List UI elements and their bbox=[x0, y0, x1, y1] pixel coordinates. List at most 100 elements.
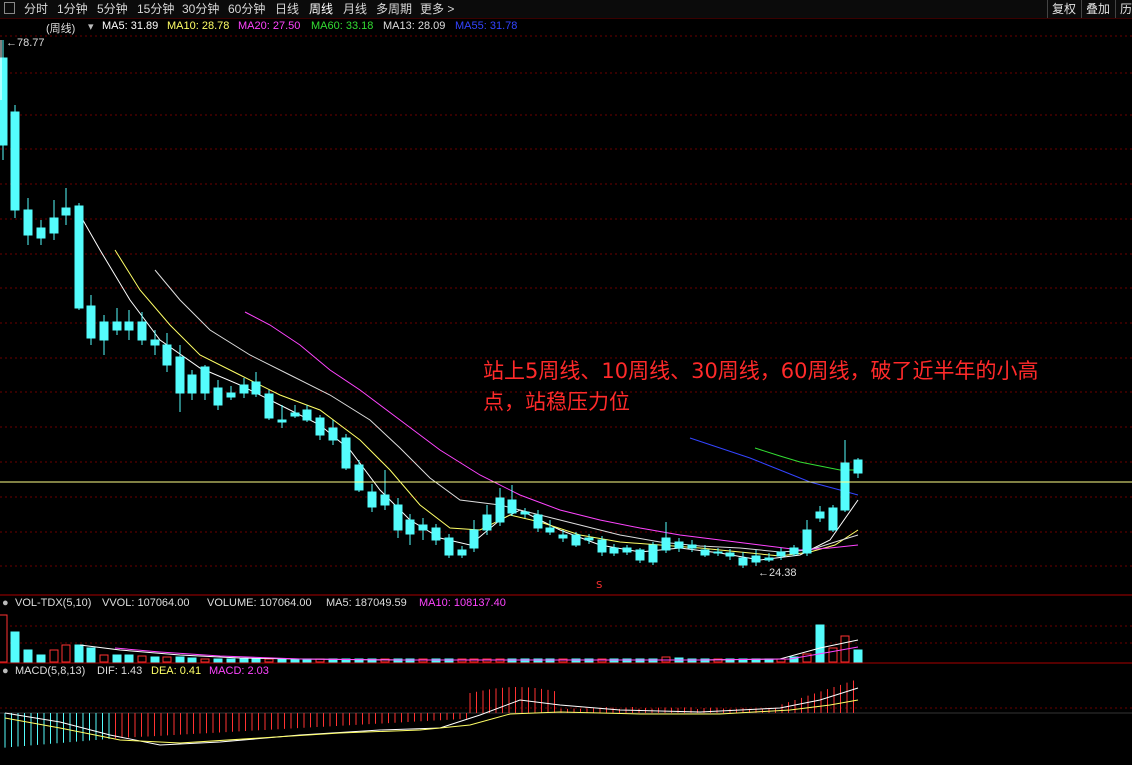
candle-body bbox=[342, 438, 350, 468]
candle-body bbox=[113, 322, 121, 330]
volume-bar bbox=[113, 655, 121, 662]
volume-bar bbox=[176, 657, 184, 662]
period-label: (周线) bbox=[46, 20, 75, 36]
candle-body bbox=[752, 556, 760, 562]
candle-body bbox=[214, 388, 222, 405]
candle-body bbox=[483, 515, 491, 530]
settings-icon[interactable]: ● bbox=[2, 597, 9, 609]
tab-60min[interactable]: 60分钟 bbox=[228, 0, 265, 18]
candle-body bbox=[316, 418, 324, 435]
volume-bars bbox=[0, 615, 862, 662]
macd-dea-line bbox=[5, 700, 858, 743]
candle-body bbox=[50, 218, 58, 233]
candle-body bbox=[355, 465, 363, 490]
macd-indicator-name[interactable]: MACD(5,8,13) bbox=[15, 665, 85, 677]
low-price-label: ←24.38 bbox=[758, 567, 797, 579]
vol-ma10-line bbox=[115, 647, 858, 660]
tab-more[interactable]: 更多 > bbox=[420, 0, 454, 18]
candle-body bbox=[75, 206, 83, 308]
candle-body bbox=[100, 322, 108, 340]
volume-bar bbox=[201, 659, 209, 662]
macd-dea-value: DEA: 0.41 bbox=[151, 665, 201, 677]
macd-dif-line bbox=[5, 688, 858, 745]
candlesticks bbox=[0, 40, 862, 568]
candle-body bbox=[37, 228, 45, 238]
candle-body bbox=[765, 558, 773, 560]
volume-bar bbox=[0, 615, 7, 662]
restore-rights-button[interactable]: 复权 bbox=[1047, 0, 1080, 18]
volume-bar bbox=[87, 648, 95, 662]
candle-body bbox=[559, 535, 567, 538]
settings-icon[interactable]: ● bbox=[2, 665, 9, 677]
candle-body bbox=[572, 535, 580, 545]
candle-body bbox=[585, 538, 593, 540]
candle-body bbox=[227, 393, 235, 397]
volume-bar bbox=[50, 650, 58, 662]
candle-body bbox=[278, 420, 286, 422]
tab-1min[interactable]: 1分钟 bbox=[57, 0, 88, 18]
tab-monthly[interactable]: 月线 bbox=[343, 0, 367, 18]
candle-body bbox=[739, 558, 747, 565]
candle-body bbox=[508, 500, 516, 513]
volume-bar bbox=[75, 645, 83, 662]
ma60-value: MA60: 33.18 bbox=[311, 20, 373, 32]
ma55-value: MA55: 31.78 bbox=[455, 20, 517, 32]
annotation-line-2: 点，站稳压力位 bbox=[483, 387, 1123, 418]
candle-body bbox=[24, 210, 32, 235]
tab-5min[interactable]: 5分钟 bbox=[97, 0, 128, 18]
window-icon[interactable] bbox=[4, 2, 15, 14]
tab-weekly[interactable]: 周线 bbox=[309, 0, 333, 18]
candle-body bbox=[701, 550, 709, 555]
vvol-value: VVOL: 107064.00 bbox=[102, 597, 189, 609]
candle-body bbox=[62, 208, 70, 215]
history-button[interactable]: 历 bbox=[1115, 0, 1132, 18]
candle-body bbox=[521, 512, 529, 514]
tab-multi-period[interactable]: 多周期 bbox=[376, 0, 412, 18]
candle-body bbox=[714, 552, 722, 553]
high-price-label: ←78.77 bbox=[6, 37, 45, 49]
volume-bar bbox=[138, 656, 146, 662]
period-toolbar: 分时 1分钟 5分钟 15分钟 30分钟 60分钟 日线 周线 月线 多周期 更… bbox=[0, 0, 1132, 19]
candle-body bbox=[87, 306, 95, 338]
candle-body bbox=[406, 520, 414, 534]
volume-indicator-name[interactable]: VOL-TDX(5,10) bbox=[15, 597, 91, 609]
candle-body bbox=[470, 530, 478, 548]
candle-body bbox=[803, 530, 811, 553]
overlay-button[interactable]: 叠加 bbox=[1081, 0, 1114, 18]
ma13-value: MA13: 28.09 bbox=[383, 20, 445, 32]
volume-bar bbox=[62, 645, 70, 662]
candle-body bbox=[125, 322, 133, 330]
candle-body bbox=[688, 545, 696, 548]
candle-body bbox=[240, 385, 248, 393]
candle-body bbox=[623, 548, 631, 552]
candle-body bbox=[675, 542, 683, 548]
candle-body bbox=[662, 538, 670, 550]
tab-15min[interactable]: 15分钟 bbox=[137, 0, 174, 18]
candle-body bbox=[394, 505, 402, 530]
candle-body bbox=[329, 428, 337, 440]
candle-body bbox=[458, 550, 466, 555]
candle-body bbox=[201, 367, 209, 393]
candle-body bbox=[610, 548, 618, 553]
volume-bar bbox=[829, 648, 837, 662]
volume-bar bbox=[37, 655, 45, 662]
candle-body bbox=[598, 540, 606, 552]
volume-bar bbox=[188, 658, 196, 662]
candle-body bbox=[138, 322, 146, 340]
tab-intraday[interactable]: 分时 bbox=[24, 0, 48, 18]
candle-body bbox=[419, 525, 427, 530]
macd-dif-value: DIF: 1.43 bbox=[97, 665, 142, 677]
candle-body bbox=[841, 463, 849, 510]
candle-body bbox=[381, 495, 389, 505]
candle-body bbox=[636, 550, 644, 560]
volume-bar bbox=[163, 657, 171, 662]
volume-bar bbox=[125, 655, 133, 662]
tab-daily[interactable]: 日线 bbox=[275, 0, 299, 18]
candle-body bbox=[649, 545, 657, 562]
tab-30min[interactable]: 30分钟 bbox=[182, 0, 219, 18]
dividend-marker: S bbox=[596, 580, 602, 591]
chevron-down-icon[interactable]: ▾ bbox=[88, 20, 94, 33]
candle-body bbox=[252, 382, 260, 394]
volume-bar bbox=[278, 659, 286, 662]
volume-bar bbox=[24, 650, 32, 662]
